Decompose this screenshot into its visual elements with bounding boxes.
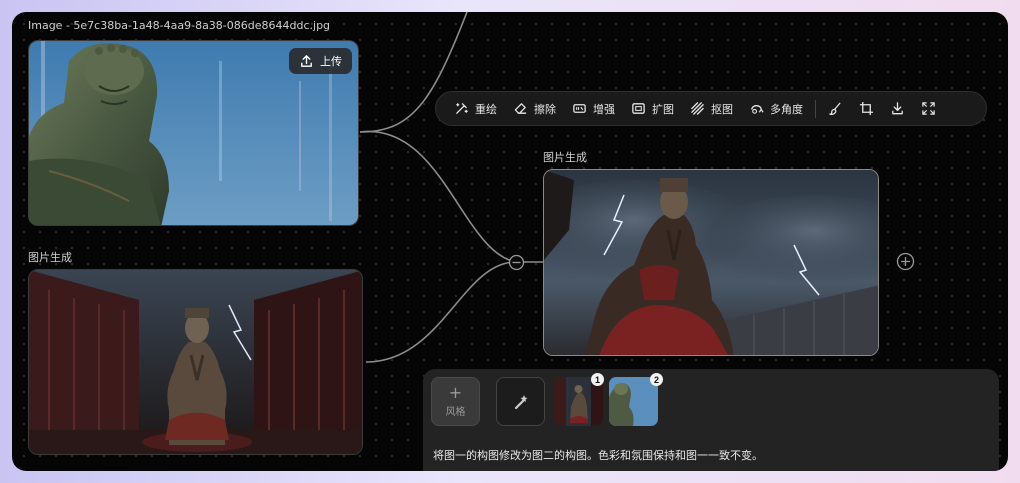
crop-icon	[859, 101, 874, 116]
toolbar-repaint[interactable]: 重绘	[446, 92, 505, 125]
merge-node-dot[interactable]	[508, 254, 525, 271]
toolbar-cutout[interactable]: 抠图	[682, 92, 741, 125]
toolbar-fullscreen[interactable]	[913, 92, 944, 125]
download-icon	[892, 102, 903, 115]
workflow-canvas[interactable]: Image - 5e7c38ba-1a48-4aa9-8a38-086de864…	[12, 12, 1008, 471]
upload-icon	[301, 54, 312, 67]
toolbar-expand-label: 扩图	[652, 102, 674, 116]
toolbar-divider	[815, 99, 816, 118]
toolbar-enhance-label: 增强	[593, 102, 615, 116]
toolbar-expand[interactable]: 扩图	[623, 92, 682, 125]
toolbar-enhance[interactable]: 增强	[564, 92, 623, 125]
toolbar-erase-label: 擦除	[534, 102, 556, 116]
toolbar-cutout-label: 抠图	[711, 102, 733, 116]
cutout-icon	[691, 102, 704, 115]
upload-label: 上传	[320, 55, 342, 68]
add-node-icon[interactable]	[896, 252, 915, 271]
reference-thumb-2[interactable]	[609, 377, 658, 426]
style-label: 风格	[445, 407, 466, 418]
toolbar-download[interactable]	[882, 92, 913, 125]
multi-angle-icon	[751, 105, 764, 114]
fullscreen-icon	[922, 102, 935, 115]
enhance-icon	[573, 104, 586, 113]
generated-left-card[interactable]	[28, 269, 363, 455]
style-button[interactable]: + 风格	[431, 377, 480, 426]
connector-generated-to-merge	[365, 261, 517, 363]
generated-storm-image	[544, 170, 878, 355]
plus-icon: +	[448, 383, 463, 402]
prompt-panel: + 风格 1 2 将图一的构图修改为图二的构图。色彩和氛围保持和图一一致不变。	[423, 369, 999, 471]
toolbar-repaint-label: 重绘	[475, 102, 497, 116]
connector-source-to-merge	[359, 130, 517, 263]
brush-icon	[829, 102, 841, 115]
image-edit-toolbar: 重绘 擦除 增强 扩图 抠图 多角度	[435, 91, 987, 126]
generated-left-title: 图片生成	[28, 251, 72, 264]
reference-image-2	[609, 377, 658, 426]
toolbar-multi-angle[interactable]: 多角度	[741, 92, 811, 125]
generated-temple-image	[29, 270, 362, 454]
reference-badge-2: 2	[650, 373, 663, 386]
source-image-title: Image - 5e7c38ba-1a48-4aa9-8a38-086de864…	[28, 19, 331, 32]
eraser-icon	[514, 103, 527, 114]
toolbar-brush[interactable]	[820, 92, 851, 125]
magic-wand-button[interactable]	[496, 377, 545, 426]
repaint-icon	[456, 103, 468, 114]
generated-right-title: 图片生成	[543, 151, 587, 164]
toolbar-multi-angle-label: 多角度	[770, 102, 803, 116]
source-image-card[interactable]: 上传	[28, 40, 359, 226]
prompt-text[interactable]: 将图一的构图修改为图二的构图。色彩和氛围保持和图一一致不变。	[433, 447, 763, 463]
toolbar-erase[interactable]: 擦除	[505, 92, 564, 125]
expand-image-icon	[632, 103, 645, 114]
generated-right-card[interactable]	[543, 169, 879, 356]
toolbar-crop[interactable]	[851, 92, 882, 125]
upload-button[interactable]: 上传	[289, 48, 352, 74]
reference-badge-1: 1	[591, 373, 604, 386]
magic-wand-icon	[514, 394, 527, 409]
